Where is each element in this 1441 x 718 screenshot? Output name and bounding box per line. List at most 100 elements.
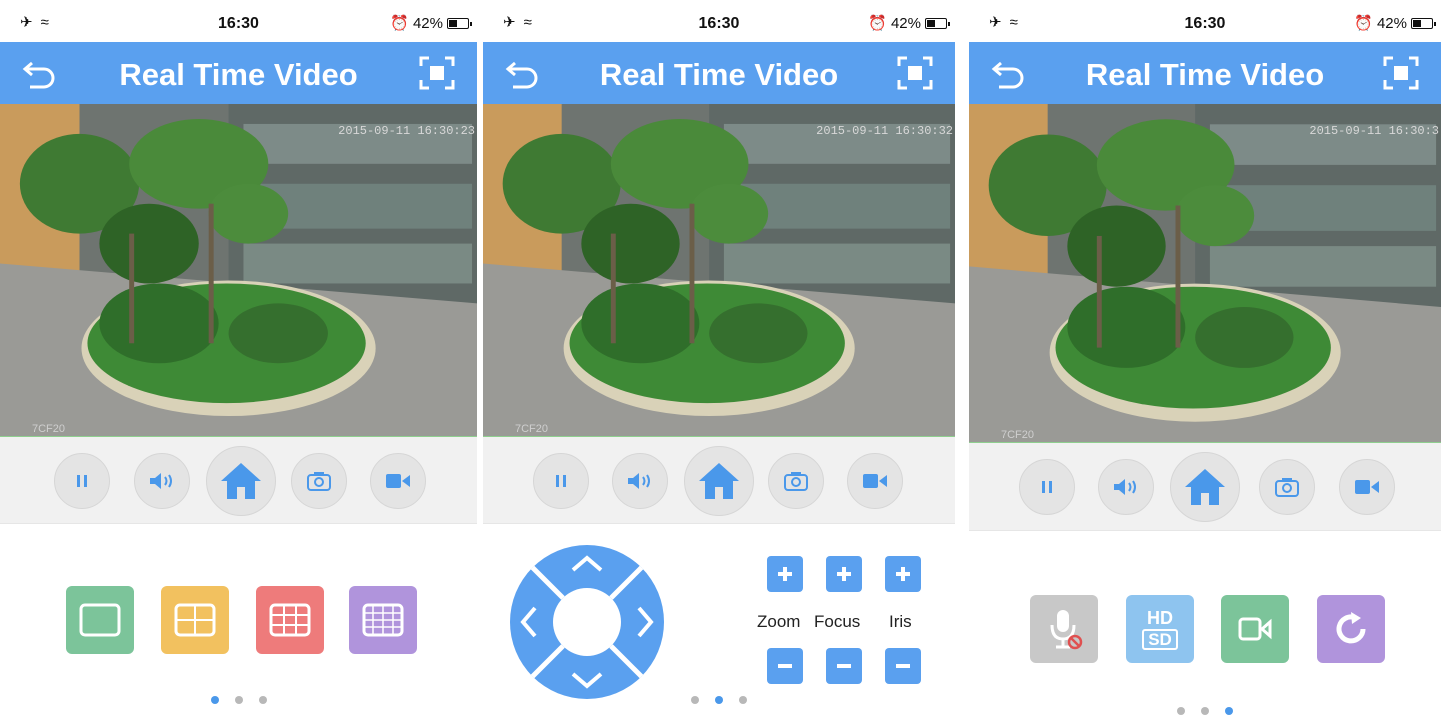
mic-off-icon [1050, 610, 1083, 650]
hd-sd-button[interactable]: HD SD [1126, 595, 1194, 663]
home-icon [221, 463, 261, 499]
extras-panel: HD SD [969, 531, 1441, 718]
camera-id: 7CF20 [32, 423, 66, 435]
video-feed[interactable]: 2015-09-11 16:30:23 7CF20 [0, 104, 477, 437]
record-button[interactable] [1339, 459, 1395, 515]
speaker-icon [150, 473, 172, 489]
plus-icon [837, 567, 851, 581]
battery-icon [925, 17, 950, 29]
control-bar [483, 437, 955, 524]
layout-1-button[interactable] [66, 586, 134, 654]
home-button[interactable] [206, 446, 276, 516]
minus-icon [837, 664, 851, 668]
focus-label: Focus [814, 612, 861, 631]
video-record-icon [1355, 480, 1379, 494]
page-dot[interactable] [1225, 707, 1233, 715]
camera-id: 7CF20 [1001, 429, 1035, 441]
fullscreen-icon[interactable] [419, 56, 455, 90]
speaker-icon [1114, 479, 1136, 495]
video-timestamp: 2015-09-11 16:30:23 [338, 124, 475, 138]
fullscreen-icon[interactable] [1383, 56, 1419, 90]
page-dot[interactable] [1177, 707, 1185, 715]
iris-label: Iris [889, 612, 912, 631]
layout-panel [0, 524, 477, 718]
direction-pad[interactable] [507, 542, 667, 702]
home-button[interactable] [684, 446, 754, 516]
video-record-icon [386, 474, 410, 488]
mute-mic-button[interactable] [1030, 595, 1098, 663]
camera-icon [1275, 478, 1299, 497]
zoom-in-button[interactable] [767, 556, 803, 592]
sd-label: SD [1142, 628, 1178, 650]
rotate-button[interactable] [1317, 595, 1385, 663]
focus-out-button[interactable] [826, 648, 862, 684]
page-dot[interactable] [715, 696, 723, 704]
four-view-icon [174, 603, 216, 637]
home-icon [1185, 469, 1225, 505]
minus-icon [778, 664, 792, 668]
snapshot-button[interactable] [291, 453, 347, 509]
app-header: Real Time Video [969, 42, 1441, 104]
control-bar [0, 437, 477, 524]
layout-4-button[interactable] [161, 586, 229, 654]
pause-icon [1042, 481, 1052, 493]
screen-extras: ✈ ≈ 16:30 ⏰ 42% Real Time Video 2015-09-… [969, 0, 1441, 718]
courtyard-image [0, 104, 477, 436]
video-feed[interactable]: 2015-09-11 16:30:3 7CF20 [969, 104, 1441, 443]
record-tile-button[interactable] [1221, 595, 1289, 663]
plus-icon [778, 567, 792, 581]
video-timestamp: 2015-09-11 16:30:3 [1309, 124, 1439, 138]
camera-id: 7CF20 [515, 423, 549, 435]
audio-button[interactable] [1098, 459, 1154, 515]
page-dot[interactable] [691, 696, 699, 704]
alarm-icon: ⏰ [1354, 15, 1373, 32]
page-indicator [969, 707, 1441, 715]
iris-in-button[interactable] [885, 556, 921, 592]
iris-out-button[interactable] [885, 648, 921, 684]
audio-button[interactable] [612, 453, 668, 509]
page-indicator [0, 696, 477, 704]
record-button[interactable] [847, 453, 903, 509]
snapshot-button[interactable] [1259, 459, 1315, 515]
app-header: Real Time Video [483, 42, 955, 104]
status-bar: ✈ ≈ 16:30 ⏰ 42% [969, 0, 1441, 42]
zoom-out-button[interactable] [767, 648, 803, 684]
battery-icon [447, 17, 472, 29]
layout-16-button[interactable] [349, 586, 417, 654]
alarm-icon: ⏰ [868, 15, 887, 32]
pause-icon [77, 475, 87, 487]
nine-view-icon [269, 603, 311, 637]
page-title: Real Time Video [1085, 57, 1325, 92]
fullscreen-icon[interactable] [897, 56, 933, 90]
single-view-icon [79, 603, 121, 637]
home-button[interactable] [1170, 452, 1240, 522]
speaker-icon [628, 473, 650, 489]
page-dot[interactable] [258, 696, 267, 704]
page-indicator [483, 696, 955, 704]
page-dot[interactable] [739, 696, 747, 704]
focus-in-button[interactable] [826, 556, 862, 592]
courtyard-image [483, 104, 955, 436]
battery-percent: 42% [890, 14, 921, 32]
battery-percent: 42% [1376, 14, 1407, 32]
pause-button[interactable] [1019, 459, 1075, 515]
audio-button[interactable] [134, 453, 190, 509]
page-dot[interactable] [1201, 707, 1209, 715]
battery-percent: 42% [412, 14, 443, 32]
hd-sd-icon: HD SD [1142, 609, 1178, 650]
video-feed[interactable]: 2015-09-11 16:30:32 7CF20 [483, 104, 955, 437]
snapshot-button[interactable] [768, 453, 824, 509]
page-dot[interactable] [210, 696, 219, 704]
video-timestamp: 2015-09-11 16:30:32 [816, 124, 953, 138]
minus-icon [896, 664, 910, 668]
camera-icon [784, 472, 808, 491]
battery-icon [1411, 17, 1436, 29]
pause-button[interactable] [54, 453, 110, 509]
status-bar: ✈ ≈ 16:30 ⏰ 42% [0, 0, 477, 42]
layout-9-button[interactable] [256, 586, 324, 654]
record-button[interactable] [370, 453, 426, 509]
pause-button[interactable] [533, 453, 589, 509]
page-dot[interactable] [234, 696, 243, 704]
page-title: Real Time Video [119, 57, 358, 92]
page-title: Real Time Video [599, 57, 839, 92]
